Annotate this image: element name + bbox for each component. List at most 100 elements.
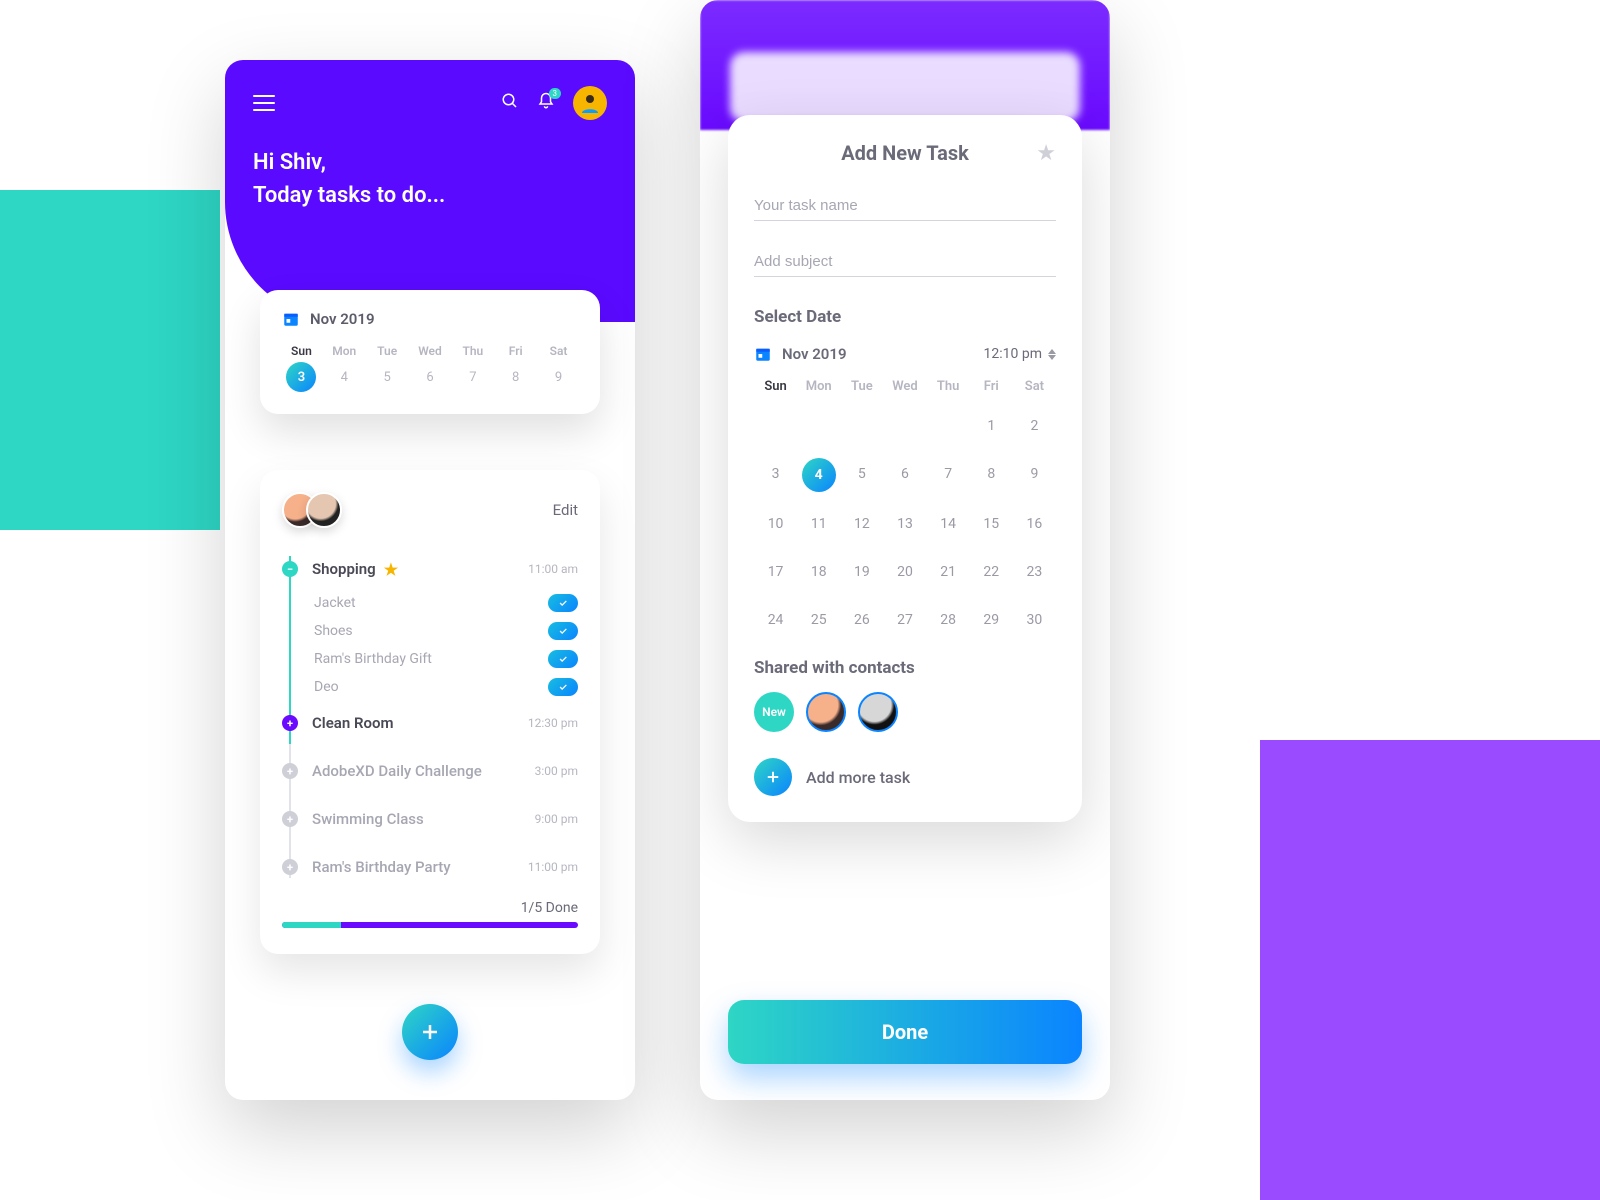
add-task-fab[interactable] — [402, 1004, 458, 1060]
task-time: 12:30 pm — [528, 716, 578, 730]
subtask-label: Shoes — [314, 623, 353, 639]
status-dot-done: − — [282, 561, 298, 577]
calendar-date[interactable]: 30 — [1013, 604, 1056, 636]
hero-header: 3 Hi Shiv, Today tasks to do... — [225, 60, 635, 322]
add-more-label: Add more task — [806, 768, 910, 787]
status-dot-pending: + — [282, 811, 298, 827]
calendar-date[interactable]: 17 — [754, 556, 797, 588]
shared-avatars[interactable] — [282, 492, 342, 528]
notification-icon[interactable]: 3 — [537, 92, 555, 114]
greeting-line2: Today tasks to do... — [253, 179, 607, 212]
calendar-date[interactable]: 7 — [927, 458, 970, 490]
calendar-date[interactable]: 5 — [368, 362, 407, 392]
calendar-date[interactable]: 2 — [1013, 410, 1056, 442]
check-chip[interactable] — [548, 678, 578, 696]
task-name-input[interactable] — [754, 191, 1056, 221]
select-date-label: Select Date — [754, 307, 1056, 327]
task-name: Clean Room — [312, 714, 393, 732]
status-dot-current: + — [282, 715, 298, 731]
phone-task-list: 3 Hi Shiv, Today tasks to do... Nov 2019… — [225, 60, 635, 1100]
subtask-list: Jacket Shoes Ram's Birthday Gift Deo — [282, 594, 578, 696]
add-more-task-button[interactable]: Add more task — [754, 758, 1056, 796]
calendar-date[interactable]: 14 — [927, 508, 970, 540]
calendar-date[interactable]: 1 — [970, 410, 1013, 442]
progress-bar — [282, 922, 578, 928]
progress-fill — [282, 922, 341, 928]
calendar-date[interactable]: 5 — [840, 458, 883, 490]
calendar-date[interactable]: 4 — [325, 362, 364, 392]
bg-shape-teal — [0, 190, 220, 530]
day-label: Wed — [883, 379, 926, 394]
search-icon[interactable] — [501, 92, 519, 114]
new-contact-button[interactable]: New — [754, 692, 794, 732]
task-name: Swimming Class — [312, 810, 424, 828]
day-label: Sun — [282, 344, 321, 358]
task-row[interactable]: + Swimming Class 9:00 pm — [282, 800, 578, 838]
calendar-date[interactable]: 24 — [754, 604, 797, 636]
task-row[interactable]: + AdobeXD Daily Challenge 3:00 pm — [282, 752, 578, 790]
calendar-date[interactable]: 4 — [802, 458, 836, 492]
subject-input[interactable] — [754, 247, 1056, 277]
done-button[interactable]: Done — [728, 1000, 1082, 1064]
month-label: Nov 2019 — [782, 345, 847, 363]
status-dot-pending: + — [282, 859, 298, 875]
calendar-date[interactable]: 27 — [883, 604, 926, 636]
day-label: Thu — [453, 344, 492, 358]
calendar-date[interactable]: 16 — [1013, 508, 1056, 540]
modal-title: Add New Task — [841, 141, 969, 165]
calendar-date[interactable]: 12 — [840, 508, 883, 540]
contact-avatar[interactable] — [858, 692, 898, 732]
calendar-date[interactable]: 9 — [1013, 458, 1056, 490]
task-row[interactable]: − Shopping★ 11:00 am — [282, 550, 578, 588]
calendar-date[interactable]: 22 — [970, 556, 1013, 588]
calendar-icon — [754, 345, 772, 363]
calendar-date[interactable]: 26 — [840, 604, 883, 636]
check-chip[interactable] — [548, 622, 578, 640]
check-chip[interactable] — [548, 650, 578, 668]
calendar-date[interactable]: 29 — [970, 604, 1013, 636]
edit-button[interactable]: Edit — [553, 501, 578, 519]
calendar-date[interactable]: 15 — [970, 508, 1013, 540]
status-dot-pending: + — [282, 763, 298, 779]
time-picker[interactable]: 12:10 pm — [984, 346, 1056, 362]
calendar-date[interactable]: 7 — [453, 362, 492, 392]
calendar-date[interactable]: 25 — [797, 604, 840, 636]
task-row[interactable]: + Clean Room 12:30 pm — [282, 704, 578, 742]
calendar-date[interactable]: 18 — [797, 556, 840, 588]
day-label: Fri — [496, 344, 535, 358]
calendar-date[interactable]: 13 — [883, 508, 926, 540]
calendar-date[interactable]: 21 — [927, 556, 970, 588]
day-label: Tue — [368, 344, 407, 358]
task-time: 11:00 pm — [528, 860, 578, 874]
calendar-date[interactable]: 8 — [496, 362, 535, 392]
task-timeline: − Shopping★ 11:00 am Jacket Shoes Ram's … — [282, 550, 578, 886]
calendar-date[interactable]: 28 — [927, 604, 970, 636]
subtask-label: Deo — [314, 679, 339, 695]
task-name: Shopping — [312, 560, 376, 578]
calendar-date[interactable]: 8 — [970, 458, 1013, 490]
contact-avatar[interactable] — [806, 692, 846, 732]
day-label: Tue — [840, 379, 883, 394]
week-calendar-card: Nov 2019 Sun Mon Tue Wed Thu Fri Sat 3 4… — [260, 290, 600, 414]
subtask-label: Jacket — [314, 595, 356, 611]
calendar-date[interactable]: 19 — [840, 556, 883, 588]
calendar-date[interactable]: 20 — [883, 556, 926, 588]
calendar-date[interactable]: 3 — [754, 458, 797, 490]
calendar-date[interactable]: 9 — [539, 362, 578, 392]
avatar[interactable] — [306, 492, 342, 528]
menu-icon[interactable] — [253, 95, 275, 111]
favorite-star-icon[interactable]: ★ — [1036, 141, 1056, 166]
calendar-date[interactable]: 3 — [286, 362, 316, 392]
calendar-date[interactable]: 10 — [754, 508, 797, 540]
task-name: AdobeXD Daily Challenge — [312, 762, 482, 780]
task-row[interactable]: + Ram's Birthday Party 11:00 pm — [282, 848, 578, 886]
calendar-date[interactable]: 6 — [411, 362, 450, 392]
calendar-date[interactable]: 23 — [1013, 556, 1056, 588]
blurred-header — [700, 0, 1110, 130]
phone-add-task: Add New Task ★ Select Date Nov 2019 12:1… — [700, 0, 1110, 1100]
check-chip[interactable] — [548, 594, 578, 612]
task-name: Ram's Birthday Party — [312, 858, 451, 876]
calendar-date[interactable]: 6 — [883, 458, 926, 490]
calendar-date[interactable]: 11 — [797, 508, 840, 540]
profile-avatar[interactable] — [573, 86, 607, 120]
